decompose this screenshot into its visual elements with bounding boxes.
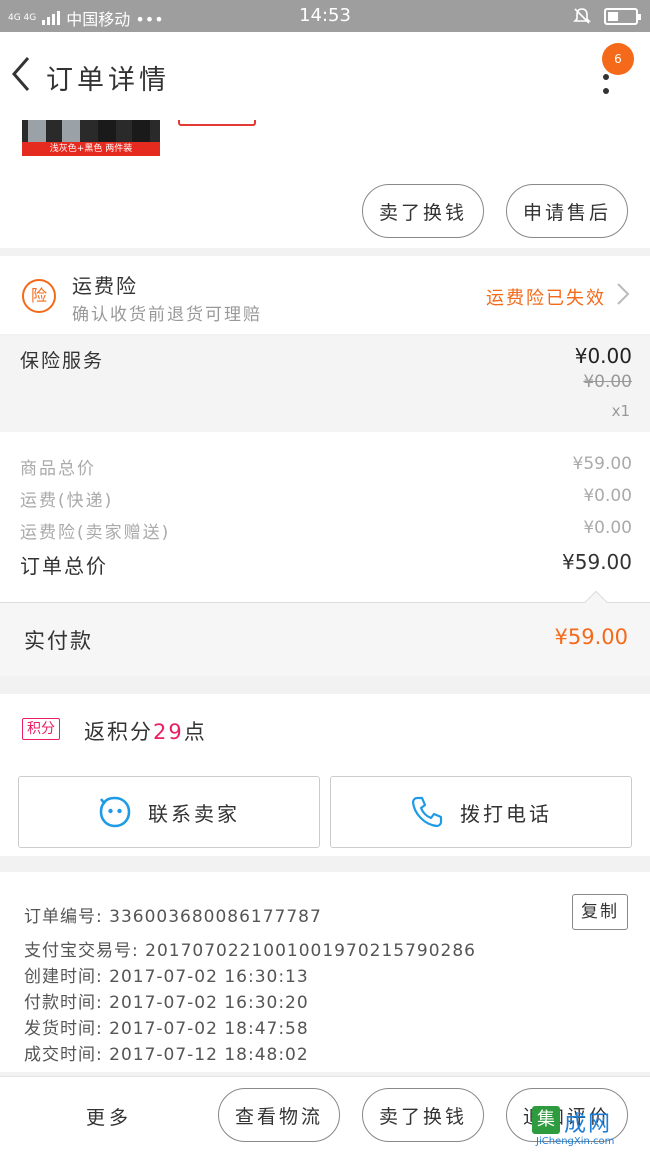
price-summary: 商品总价 ¥59.00 运费(快递) ¥0.00 运费险(卖家赠送) ¥0.00… <box>0 432 650 602</box>
paid-label: 实付款 <box>24 629 93 653</box>
insurance-subtitle: 确认收货前退货可理赔 <box>72 305 262 325</box>
contact-seller-button[interactable]: 联系卖家 <box>18 776 320 848</box>
order-number: 订单编号: 336003680086177787 <box>24 907 322 927</box>
mute-bell-icon <box>572 6 592 31</box>
clock: 14:53 <box>299 5 351 26</box>
page-title: 订单详情 <box>46 65 170 96</box>
add-review-button[interactable]: 追加评价 <box>506 1088 628 1142</box>
view-logistics-button[interactable]: 查看物流 <box>218 1088 340 1142</box>
created-time: 创建时间: 2017-07-02 16:30:13 <box>24 967 309 987</box>
service-price: ¥0.00 <box>574 344 632 368</box>
phone-icon <box>411 796 443 828</box>
summary-row: 运费(快递) ¥0.00 <box>20 486 632 516</box>
product-section: 浅灰色+黑色 两件装 卖了换钱 申请售后 <box>0 120 650 248</box>
summary-label: 运费(快递) <box>20 491 114 511</box>
call-phone-label: 拨打电话 <box>460 801 552 826</box>
summary-row: 商品总价 ¥59.00 <box>20 454 632 484</box>
summary-value: ¥59.00 <box>562 550 632 574</box>
call-phone-button[interactable]: 拨打电话 <box>330 776 632 848</box>
service-label: 保险服务 <box>20 350 105 372</box>
header: 订单详情 6 <box>0 32 650 120</box>
more-button[interactable]: 更多 <box>86 1103 132 1130</box>
notification-badge: 6 <box>602 43 634 75</box>
points-prefix: 返积分 <box>84 720 153 744</box>
insurance-icon: 险 <box>22 279 56 313</box>
summary-label: 订单总价 <box>20 554 108 578</box>
points-suffix: 点 <box>183 720 207 744</box>
copy-button[interactable]: 复制 <box>572 894 628 930</box>
variant-label: 浅灰色+黑色 两件装 <box>22 142 160 156</box>
contact-section: 联系卖家 拨打电话 <box>0 772 650 856</box>
points-tag: 积分 <box>22 718 60 740</box>
insurance-status: 运费险已失效 <box>486 288 606 309</box>
contact-seller-label: 联系卖家 <box>148 801 240 826</box>
summary-row: 运费险(卖家赠送) ¥0.00 <box>20 518 632 548</box>
service-original-price: ¥0.00 <box>583 372 632 392</box>
status-bar: 4G 4G 中国移动 ••• 14:53 <box>0 0 650 32</box>
shipping-insurance-row[interactable]: 险 运费险 确认收货前退货可理赔 运费险已失效 <box>0 256 650 334</box>
points-text: 返积分29点 <box>84 716 207 746</box>
back-button[interactable] <box>8 52 38 96</box>
summary-label: 运费险(卖家赠送) <box>20 523 171 543</box>
summary-label: 商品总价 <box>20 459 96 479</box>
alipay-trade-number: 支付宝交易号: 2017070221001001970215790286 <box>24 941 476 961</box>
promo-tag <box>178 120 256 126</box>
bottom-action-bar: 更多 查看物流 卖了换钱 追加评价 <box>0 1076 650 1155</box>
summary-value: ¥0.00 <box>583 518 632 538</box>
paid-time: 付款时间: 2017-07-02 16:30:20 <box>24 993 309 1013</box>
chevron-left-icon <box>12 57 30 91</box>
insurance-service-row: 保险服务 ¥0.00 ¥0.00 x1 <box>0 336 650 432</box>
order-info-section: 订单编号: 336003680086177787 支付宝交易号: 2017070… <box>0 872 650 1072</box>
summary-value: ¥0.00 <box>583 486 632 506</box>
completed-time: 成交时间: 2017-07-12 18:48:02 <box>24 1045 309 1065</box>
actual-paid-row: 实付款 ¥59.00 <box>0 602 650 676</box>
sell-for-cash-button-bottom[interactable]: 卖了换钱 <box>362 1088 484 1142</box>
battery-icon <box>604 8 641 25</box>
summary-row-total: 订单总价 ¥59.00 <box>20 550 632 580</box>
service-quantity: x1 <box>611 402 630 420</box>
sell-for-cash-button[interactable]: 卖了换钱 <box>362 184 484 238</box>
chat-face-icon <box>99 796 131 828</box>
paid-amount: ¥59.00 <box>554 625 628 649</box>
after-sales-button[interactable]: 申请售后 <box>506 184 628 238</box>
shipped-time: 发货时间: 2017-07-02 18:47:58 <box>24 1019 309 1039</box>
product-thumbnail[interactable]: 浅灰色+黑色 两件装 <box>22 120 160 156</box>
chevron-right-icon <box>617 283 630 305</box>
points-number: 29 <box>153 720 184 744</box>
points-row: 积分 返积分29点 <box>0 694 650 772</box>
insurance-title: 运费险 <box>72 274 138 298</box>
summary-value: ¥59.00 <box>572 454 632 474</box>
